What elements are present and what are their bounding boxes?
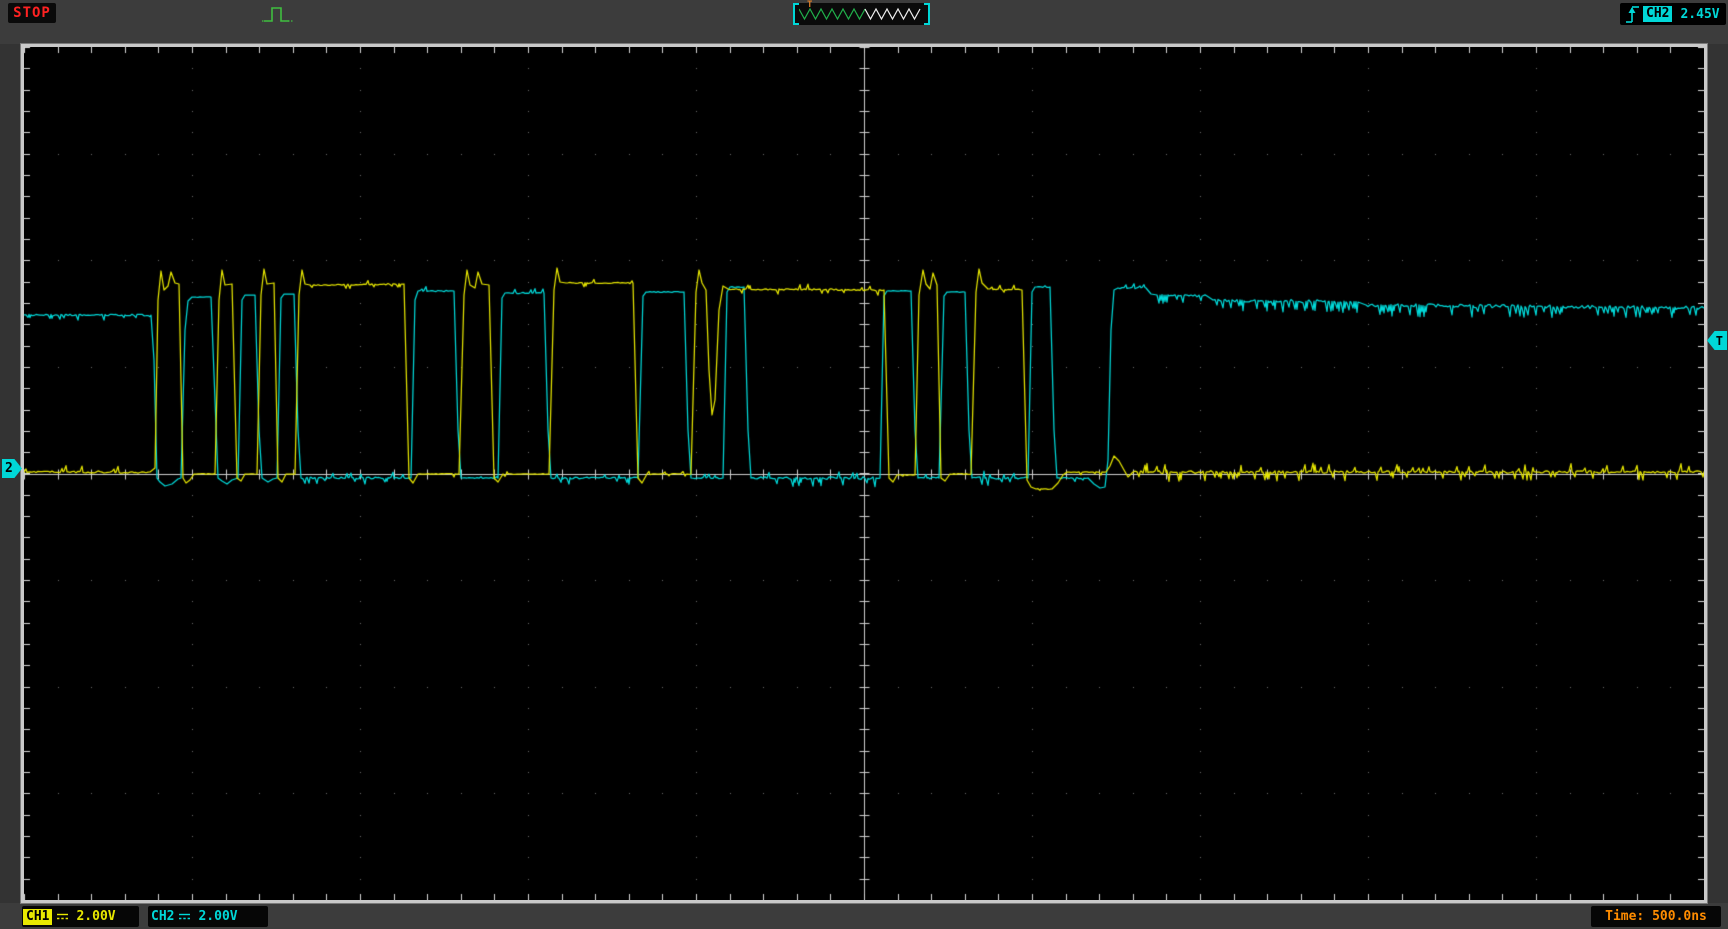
ch2-scale-readout: 2.00V <box>198 909 237 924</box>
timebase-readout: Time: 500.0ns <box>1605 909 1707 924</box>
ch1-readout-panel: CH1 2.00V <box>22 906 139 927</box>
preview-waveform-icon <box>799 6 924 23</box>
ch1-label-badge: CH1 <box>23 909 52 925</box>
trigger-readout-panel: CH2 2.45V <box>1620 3 1726 25</box>
ch1-scale-readout: 2.00V <box>76 909 115 924</box>
scope-display-frame <box>21 44 1707 903</box>
ch2-ground-marker-label: 2 <box>5 461 13 476</box>
pulse-trigger-mode-icon <box>261 2 297 27</box>
waveform-display <box>24 47 1704 900</box>
preview-trigger-position-marker[interactable]: T <box>807 1 812 10</box>
timebase-readout-panel: Time: 500.0ns <box>1591 906 1721 927</box>
oscilloscope-screen: { "colors":{ "ch1":"#e6e600","ch2":"#00d… <box>0 0 1728 929</box>
dc-coupling-icon-ch1 <box>56 910 69 923</box>
rising-edge-icon <box>1625 4 1640 24</box>
trigger-source-badge: CH2 <box>1643 6 1672 22</box>
ch2-readout-panel: CH2 2.00V <box>148 906 268 927</box>
acquisition-preview: T <box>793 3 930 25</box>
trigger-level-marker-label: T <box>1716 334 1723 348</box>
preview-right-bracket <box>924 3 930 25</box>
dc-coupling-icon-ch2 <box>178 910 191 923</box>
ch2-label: CH2 <box>151 909 174 924</box>
acquisition-status-badge: STOP <box>8 3 56 23</box>
trigger-level-readout: 2.45V <box>1680 7 1719 22</box>
acquisition-status-label: STOP <box>13 5 51 21</box>
right-margin <box>1707 44 1728 903</box>
